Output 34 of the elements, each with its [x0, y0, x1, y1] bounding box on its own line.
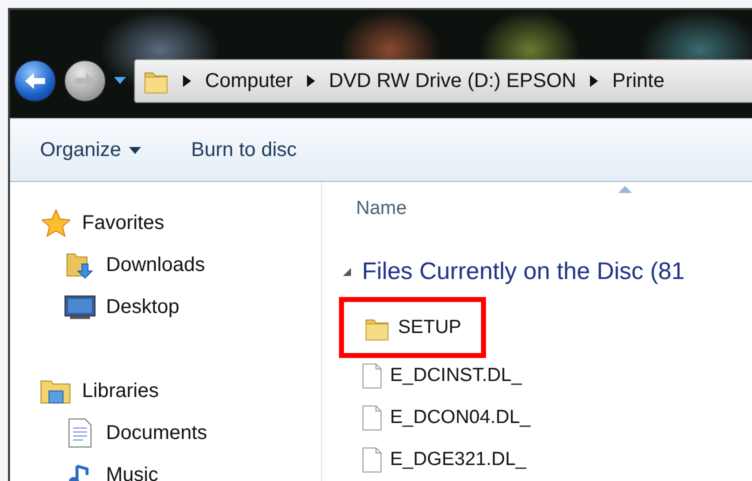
file-item[interactable]: E_DCINST.DL_: [342, 355, 522, 398]
column-header[interactable]: Name: [342, 182, 582, 222]
dropdown-caret-icon[interactable]: [114, 77, 126, 85]
breadcrumb[interactable]: DVD RW Drive (D:) EPSON: [328, 70, 576, 92]
highlighted-file-item[interactable]: SETUP: [344, 302, 482, 354]
nav-item[interactable]: Documents: [64, 412, 208, 454]
forward-button[interactable]: [64, 60, 106, 102]
address-bar[interactable]: Computer DVD RW Drive (D:) EPSON Printe: [134, 59, 752, 103]
toolbar-button[interactable]: Burn to disc: [181, 132, 307, 168]
chevron-right-icon[interactable]: [590, 75, 598, 87]
nav-item[interactable]: Downloads: [64, 244, 205, 286]
expanded-triangle-icon[interactable]: [342, 266, 352, 277]
star-icon: [41, 209, 71, 237]
toolbar-button[interactable]: Organize: [30, 132, 152, 168]
file-item[interactable]: E_DCON04.DL_: [342, 397, 530, 440]
dropdown-caret-icon: [129, 146, 142, 154]
breadcrumb[interactable]: Printe: [612, 70, 664, 92]
monitor-icon: [64, 294, 96, 320]
nav-item[interactable]: Libraries: [40, 370, 159, 412]
sort-arrow-icon: [618, 186, 632, 193]
chevron-right-icon[interactable]: [306, 75, 315, 87]
nav-item[interactable]: Music: [64, 454, 158, 481]
nav-item[interactable]: Favorites: [40, 202, 164, 244]
group-header: Files Currently on the Disc (81: [362, 258, 685, 286]
file-item[interactable]: E_DGE321.DL_: [342, 439, 526, 481]
back-button[interactable]: [14, 60, 56, 102]
file-icon: [362, 447, 382, 474]
nav-item[interactable]: Desktop: [64, 286, 180, 328]
file-icon: [362, 405, 382, 432]
chevron-right-icon[interactable]: [183, 75, 191, 87]
breadcrumb[interactable]: Computer: [205, 70, 293, 92]
left-arrow-icon: [23, 71, 47, 91]
document-icon: [67, 418, 93, 448]
file-icon: [362, 363, 382, 390]
